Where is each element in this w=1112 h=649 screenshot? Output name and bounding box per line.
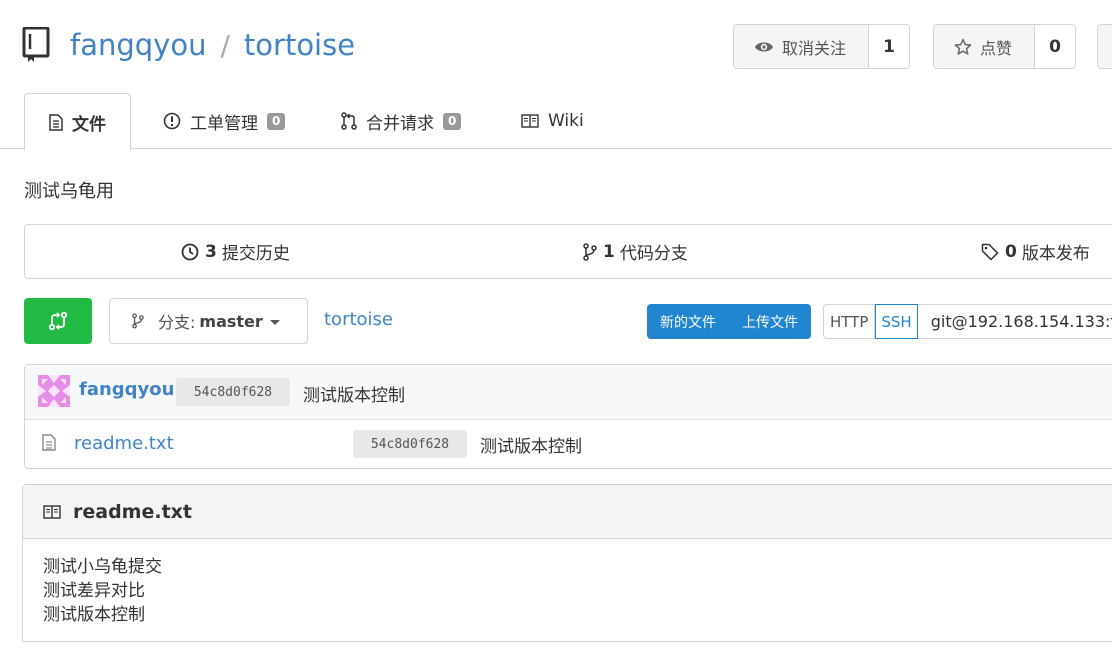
star-button[interactable]: 点赞	[934, 25, 1036, 68]
git-pull-request-icon	[341, 112, 357, 130]
repo-description: 测试乌龟用	[24, 181, 114, 202]
tab-pull-requests[interactable]: 合并请求 0	[341, 93, 462, 149]
repo-stats-bar: 3 提交历史 1 代码分支 0 版本发布	[24, 224, 1112, 279]
repo-book-icon	[22, 27, 50, 62]
readme-line: 测试差异对比	[43, 581, 145, 601]
repo-name-link[interactable]: tortoise	[244, 28, 355, 62]
tab-files[interactable]: 文件	[24, 93, 131, 151]
commits-stat[interactable]: 3 提交历史	[181, 225, 290, 278]
readme-title: readme.txt	[73, 500, 193, 523]
repo-path-separator: /	[220, 28, 230, 62]
commit-sha-button[interactable]: 54c8d0f628	[176, 378, 290, 406]
file-name-link[interactable]: readme.txt	[74, 433, 174, 454]
tag-icon	[981, 243, 999, 260]
releases-label: 版本发布	[1021, 244, 1090, 264]
tab-files-label: 文件	[72, 114, 106, 135]
readme-line: 测试版本控制	[43, 605, 145, 625]
watch-button[interactable]: 取消关注	[734, 25, 870, 68]
branch-dropdown[interactable]: 分支: master	[109, 298, 308, 344]
file-commit-message[interactable]: 测试版本控制	[480, 432, 582, 457]
book-icon	[43, 504, 61, 519]
path-root-link[interactable]: tortoise	[324, 309, 393, 330]
star-count[interactable]: 0	[1035, 25, 1076, 68]
watch-label: 取消关注	[782, 38, 847, 58]
avatar[interactable]	[38, 375, 70, 407]
commits-count: 3	[205, 241, 217, 262]
star-icon	[954, 38, 972, 55]
branch-prefix-label: 分支:	[158, 313, 196, 332]
readme-content: 测试小乌龟提交 测试差异对比 测试版本控制	[43, 555, 162, 627]
new-file-button[interactable]: 新的文件	[647, 304, 729, 339]
readme-line: 测试小乌龟提交	[43, 557, 162, 577]
repo-tabs: 文件 工单管理 0 合并请求 0 Wiki	[0, 93, 1112, 151]
file-commit-sha-button[interactable]: 54c8d0f628	[353, 430, 467, 458]
clone-url-group: HTTP SSH git@192.168.154.133:fangqyou/to…	[823, 304, 1112, 339]
file-text-icon	[49, 113, 63, 131]
fork-button-partial[interactable]	[1097, 24, 1112, 69]
clone-url-input[interactable]: git@192.168.154.133:fangqyou/tortoise.gi…	[918, 305, 1112, 338]
upload-file-button[interactable]: 上传文件	[729, 304, 811, 339]
tab-issues-label: 工单管理	[190, 113, 258, 134]
commit-author-link[interactable]: fangqyou	[79, 379, 174, 400]
book-icon	[521, 114, 539, 128]
watch-count[interactable]: 1	[869, 25, 910, 68]
branch-name: master	[199, 311, 263, 331]
compare-icon	[48, 311, 68, 331]
issue-opened-icon	[163, 112, 181, 130]
tab-issues[interactable]: 工单管理 0	[163, 93, 286, 149]
readme-header: readme.txt	[23, 485, 1112, 539]
clone-http-button[interactable]: HTTP	[824, 305, 876, 338]
star-label: 点赞	[980, 38, 1013, 58]
branches-label: 代码分支	[619, 244, 688, 264]
git-branch-icon	[132, 313, 144, 329]
readme-panel: readme.txt 测试小乌龟提交 测试差异对比 测试版本控制	[22, 484, 1112, 642]
clone-ssh-button[interactable]: SSH	[875, 304, 918, 339]
eye-icon	[755, 42, 773, 51]
releases-count: 0	[1005, 241, 1017, 262]
branches-count: 1	[603, 241, 615, 262]
repo-header: fangqyou / tortoise	[22, 22, 355, 68]
commit-message: 测试版本控制	[303, 386, 405, 406]
compare-button[interactable]	[24, 298, 92, 344]
branches-stat[interactable]: 1 代码分支	[583, 225, 688, 278]
tab-wiki-label: Wiki	[548, 111, 584, 131]
repo-owner-link[interactable]: fangqyou	[70, 28, 206, 62]
file-list: fangqyou 54c8d0f628 测试版本控制 readme.txt 54…	[24, 364, 1112, 469]
tab-wiki[interactable]: Wiki	[521, 93, 584, 149]
releases-stat[interactable]: 0 版本发布	[981, 225, 1090, 278]
watch-button-group[interactable]: 取消关注 1	[733, 24, 911, 69]
pull-requests-count-badge: 0	[443, 112, 462, 130]
commits-label: 提交历史	[221, 244, 290, 264]
file-icon	[42, 434, 56, 451]
latest-commit-header: fangqyou 54c8d0f628 测试版本控制	[25, 365, 1112, 420]
issues-count-badge: 0	[267, 112, 286, 130]
file-actions-group: 新的文件 上传文件	[647, 304, 811, 339]
tab-pull-requests-label: 合并请求	[366, 113, 434, 134]
history-icon	[181, 243, 199, 260]
star-button-group[interactable]: 点赞 0	[933, 24, 1077, 69]
git-branch-icon	[583, 242, 597, 261]
chevron-down-icon	[269, 319, 280, 325]
